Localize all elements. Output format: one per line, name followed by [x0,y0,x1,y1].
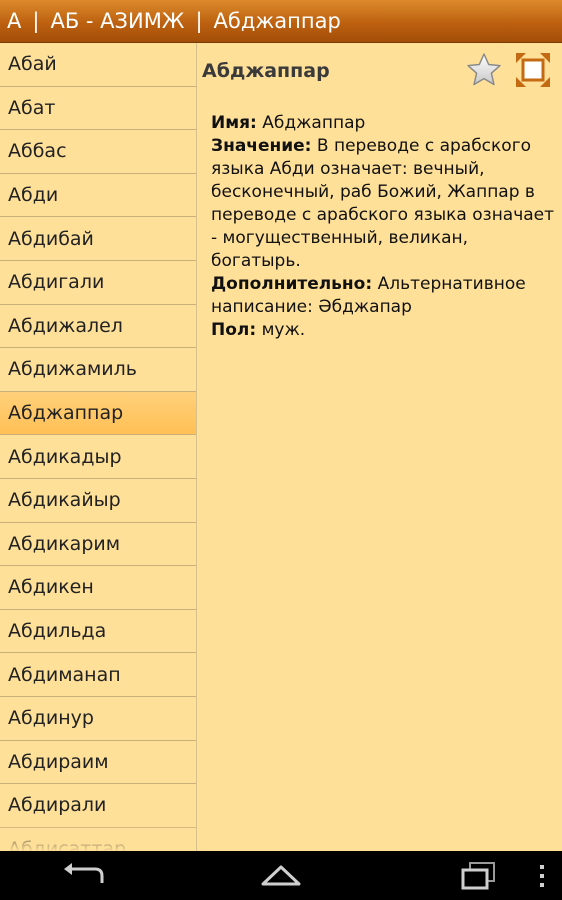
list-item-label: Абдижалел [8,314,123,337]
list-item-label: Абдигали [8,271,105,294]
list-item[interactable]: Абат [0,87,196,131]
list-item[interactable]: Абдирали [0,784,196,828]
list-item-label: Абджаппар [8,402,124,425]
title-bar: А | АБ - АЗИМЖ | Абджаппар [0,0,562,43]
list-item-label: Абдижамиль [8,358,137,381]
list-item[interactable]: Абдибай [0,217,196,261]
list-item[interactable]: Абди [0,174,196,218]
overflow-menu-icon [540,865,544,887]
detail-pane: Абджаппар Имя: Абджаппар Значение: В пер… [198,43,562,851]
overflow-menu-button[interactable] [532,861,552,891]
list-item-label: Абдикадыр [8,445,122,468]
extra-row: Дополнительно: Альтернативное написание:… [211,273,556,319]
recent-apps-button[interactable] [448,859,508,893]
list-item-label: Аббас [8,140,67,163]
navigation-bar [0,851,562,900]
name-label: Имя: [211,113,257,133]
list-item-label: Абдибай [8,227,94,250]
extra-label: Дополнительно: [211,274,373,294]
list-item-label: Абат [8,96,56,119]
list-item[interactable]: Абджаппар [0,391,196,436]
list-item[interactable]: Абдинур [0,697,196,741]
list-item-label: Абдираим [8,750,109,773]
name-row: Имя: Абджаппар [211,112,556,135]
list-item[interactable]: Абдикарим [0,523,196,567]
meaning-label: Значение: [211,136,312,156]
name-details: Имя: Абджаппар Значение: В переводе с ар… [211,112,556,342]
expand-icon [516,53,550,87]
name-value: Абджаппар [262,113,366,133]
title-current-name: Абджаппар [213,9,341,33]
list-item-label: Абдикайыр [8,489,121,512]
meaning-value: В переводе с арабского языка Абди означа… [211,136,555,271]
list-item-label: Абдиманап [8,663,121,686]
title-range[interactable]: АБ - АЗИМЖ [50,9,184,33]
list-item[interactable]: Абдигали [0,261,196,305]
gender-value: муж. [261,320,306,340]
recent-apps-icon [461,862,495,890]
back-button[interactable] [54,859,114,893]
title-separator: | [32,9,40,33]
list-item-label: Абдинур [8,707,94,730]
title-separator: | [195,9,203,33]
list-item[interactable]: Аббас [0,130,196,174]
list-item-label: Абдильда [8,620,107,643]
home-icon [261,865,301,886]
list-item-label: Абдикен [8,576,94,599]
title-letter[interactable]: А [7,9,21,33]
back-icon [64,863,104,883]
list-item[interactable]: Абдисаттар [0,828,196,851]
list-item[interactable]: Абдиманап [0,653,196,697]
fullscreen-button[interactable] [514,51,552,89]
list-item-label: Абдисаттар [8,837,127,851]
gender-label: Пол: [211,320,257,340]
list-item-label: Абдикарим [8,532,121,555]
list-item-label: Абди [8,184,59,207]
list-item[interactable]: Абдильда [0,610,196,654]
favorite-button[interactable] [465,51,503,89]
names-list[interactable]: Абай Абат Аббас Абди Абдибай Абдигали Аб… [0,43,197,851]
gender-row: Пол: муж. [211,319,556,342]
meaning-row: Значение: В переводе с арабского языка А… [211,135,556,273]
star-icon [467,53,501,86]
list-item[interactable]: Абдижалел [0,305,196,349]
list-item[interactable]: Абдикен [0,566,196,610]
list-item-label: Абай [8,53,57,76]
list-item[interactable]: Абдираим [0,741,196,785]
list-item[interactable]: Абдижамиль [0,348,196,392]
list-item[interactable]: Абдикадыр [0,435,196,479]
list-item-label: Абдирали [8,794,107,817]
list-item[interactable]: Абдикайыр [0,479,196,523]
detail-title: Абджаппар [202,60,330,82]
list-item[interactable]: Абай [0,43,196,87]
home-button[interactable] [251,859,311,893]
